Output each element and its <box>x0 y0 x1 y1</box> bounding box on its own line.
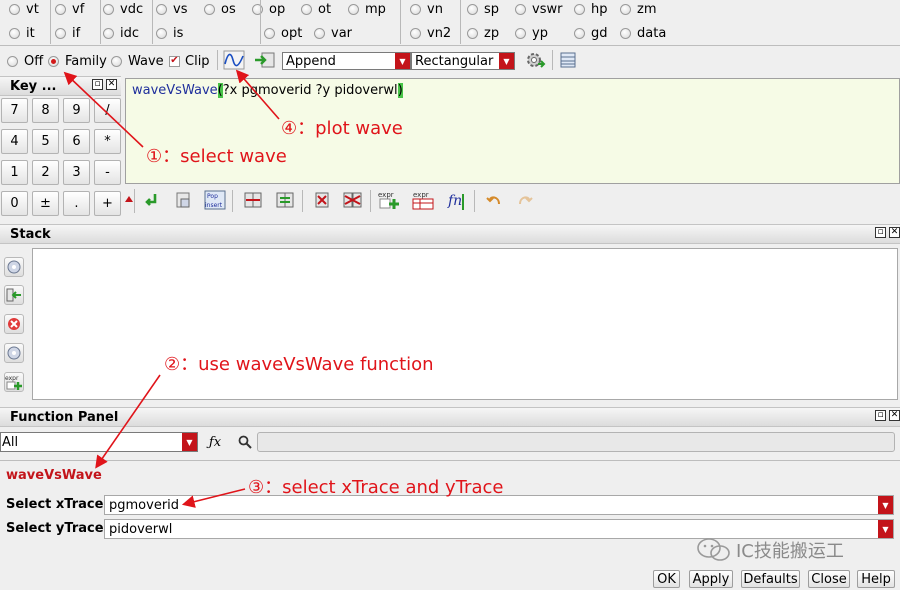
annotation-2: ②：use waveVsWave function <box>164 354 434 375</box>
annotation-4: ④：plot wave <box>281 118 403 139</box>
annotation-arrows <box>63 69 280 508</box>
annotation-arrow-1 <box>63 71 144 148</box>
annotation-1: ①：select wave <box>146 146 287 167</box>
annotation-arrow-4 <box>235 69 280 120</box>
annotation-arrow-3 <box>181 488 246 508</box>
annotation-3: ③：select xTrace and yTrace <box>248 477 504 498</box>
annotation-arrow-2 <box>95 374 161 469</box>
